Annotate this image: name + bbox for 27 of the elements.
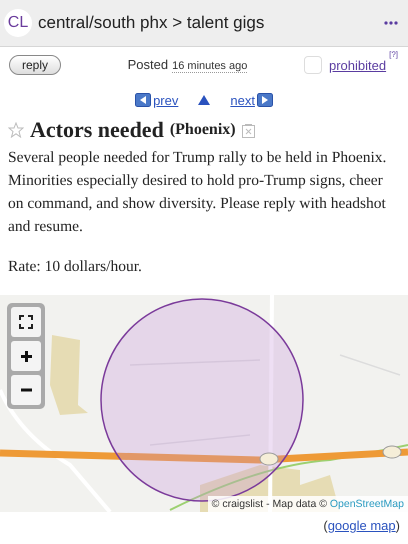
posting-paragraph: Several people needed for Trump rally to be held in Phoenix. Minorities especially desired to hold pro-Trump signs, cheer on command, and show diversity. Please reply with headshot and resume. xyxy=(8,148,388,237)
posting-title: Actors needed xyxy=(30,118,164,142)
zoom-in-button[interactable] xyxy=(11,341,41,371)
posting-paragraph: Rate: 10 dollars/hour. xyxy=(8,257,143,277)
next-link[interactable]: next xyxy=(230,92,273,108)
flag-checkbox[interactable] xyxy=(304,56,322,74)
fullscreen-button[interactable] xyxy=(11,307,41,337)
up-arrow-icon[interactable] xyxy=(198,95,210,105)
prohibited-link[interactable]: prohibited xyxy=(328,58,386,72)
open-paren: ( xyxy=(323,518,328,533)
plus-icon xyxy=(20,350,32,362)
more-icon[interactable] xyxy=(384,21,398,25)
prev-link[interactable]: prev xyxy=(135,92,178,108)
breadcrumb: central/south phx > talent gigs xyxy=(38,13,266,33)
close-paren: ) xyxy=(396,518,400,533)
posting-location: (Phoenix) xyxy=(170,120,236,140)
zoom-out-button[interactable] xyxy=(11,375,41,405)
help-link[interactable]: [?] xyxy=(389,50,398,59)
map-attribution: © craigslist - Map data © xyxy=(212,498,327,510)
site-logo[interactable]: CL xyxy=(4,9,32,37)
posted-label: Posted xyxy=(128,57,168,72)
fullscreen-icon xyxy=(19,315,33,329)
posted-time: 16 minutes ago xyxy=(172,60,248,73)
google-map-link[interactable]: google map xyxy=(328,518,396,533)
reply-button[interactable]: reply xyxy=(9,55,62,75)
minus-icon xyxy=(20,388,32,392)
star-icon[interactable] xyxy=(8,122,24,138)
